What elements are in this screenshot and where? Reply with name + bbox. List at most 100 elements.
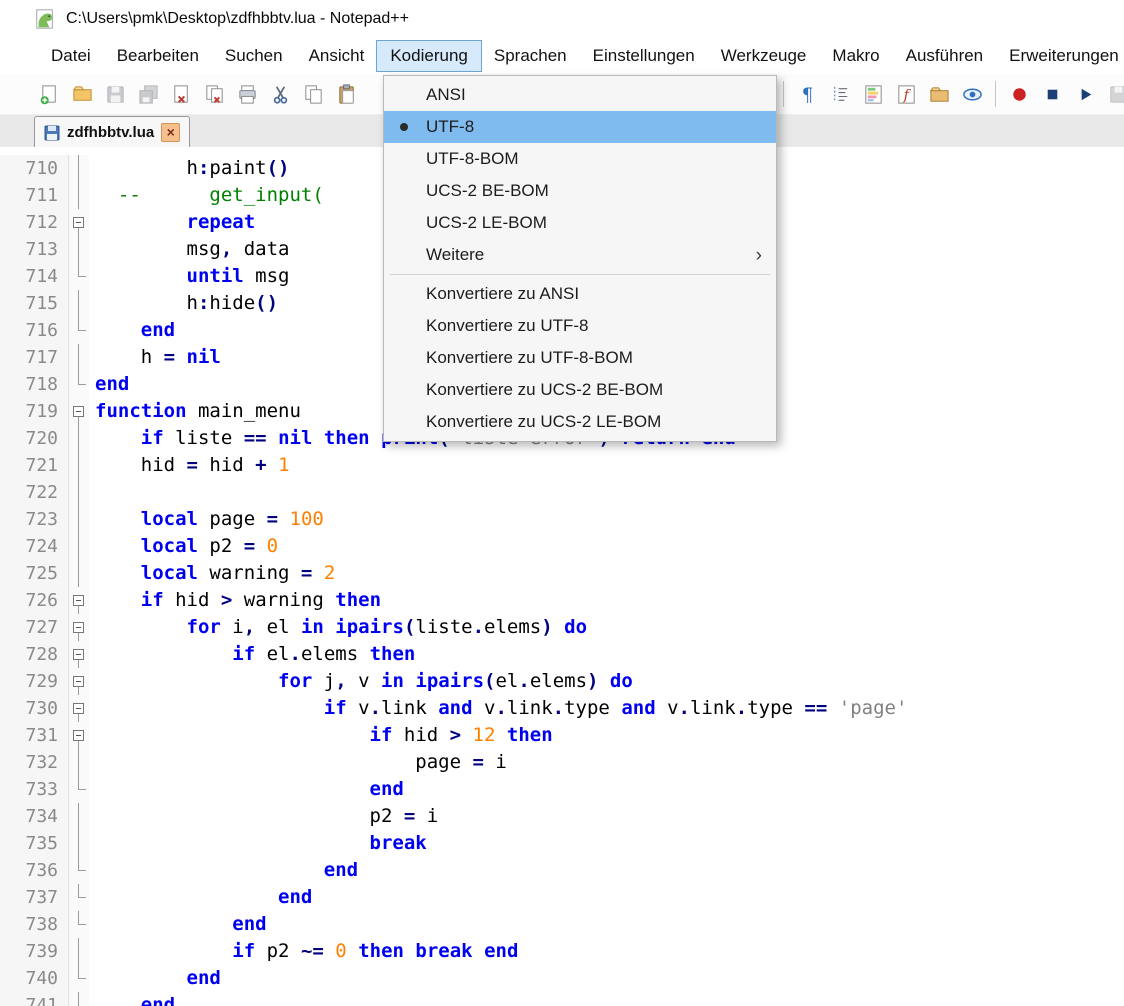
token: in xyxy=(301,616,324,638)
encoding-menu-item-ucs-2-be-bom[interactable]: UCS-2 BE-BOM xyxy=(384,175,776,207)
menu-kodierung[interactable]: Kodierung xyxy=(377,41,481,71)
code-text[interactable]: end xyxy=(89,371,129,398)
code-text[interactable]: until msg xyxy=(89,263,289,290)
code-text[interactable]: p2 = i xyxy=(89,803,438,830)
code-text[interactable]: hid = hid + 1 xyxy=(89,452,290,479)
code-text[interactable]: local page = 100 xyxy=(89,506,324,533)
code-text[interactable]: repeat xyxy=(89,209,255,236)
document-map-button[interactable] xyxy=(860,81,886,107)
token xyxy=(95,427,141,449)
encoding-menu-item-konvertiere-zu-utf-8-bom[interactable]: Konvertiere zu UTF-8-BOM xyxy=(384,342,776,374)
encoding-menu-item-utf-8-bom[interactable]: UTF-8-BOM xyxy=(384,143,776,175)
token: ipairs xyxy=(335,616,404,638)
encoding-menu-item-konvertiere-zu-utf-8[interactable]: Konvertiere zu UTF-8 xyxy=(384,310,776,342)
save-button xyxy=(102,81,128,107)
monitoring-button[interactable] xyxy=(959,81,985,107)
menu-sprachen[interactable]: Sprachen xyxy=(481,41,580,71)
token: local xyxy=(141,535,198,557)
encoding-menu-item-konvertiere-zu-ucs-2-le-bom[interactable]: Konvertiere zu UCS-2 LE-BOM xyxy=(384,406,776,438)
code-text[interactable]: if hid > warning then xyxy=(89,587,381,614)
code-text[interactable]: msg, data xyxy=(89,236,290,263)
menu-erweiterungen[interactable]: Erweiterungen xyxy=(996,41,1124,71)
code-text[interactable]: end xyxy=(89,317,175,344)
fold-collapse-icon[interactable] xyxy=(69,668,89,695)
code-text[interactable]: h:paint() xyxy=(89,155,290,182)
paste-button[interactable] xyxy=(333,81,359,107)
code-text[interactable]: -- get_input( xyxy=(89,182,324,209)
code-text[interactable]: break xyxy=(89,830,427,857)
encoding-menu-item-ansi[interactable]: ANSI xyxy=(384,79,776,111)
encoding-menu-item-utf-8[interactable]: UTF-8 xyxy=(384,111,776,143)
menu-ansicht[interactable]: Ansicht xyxy=(296,41,378,71)
playback-macro-button[interactable] xyxy=(1072,81,1098,107)
token: j xyxy=(312,670,335,692)
code-text[interactable]: end xyxy=(89,992,175,1006)
code-text[interactable]: if el.elems then xyxy=(89,641,415,668)
tab-close-icon[interactable]: × xyxy=(161,123,180,142)
start-recording-button[interactable] xyxy=(1006,81,1032,107)
code-text[interactable]: if hid > 12 then xyxy=(89,722,553,749)
token: p2 xyxy=(255,940,301,962)
fold-collapse-icon[interactable] xyxy=(69,398,89,425)
encoding-menu-item-konvertiere-zu-ucs-2-be-bom[interactable]: Konvertiere zu UCS-2 BE-BOM xyxy=(384,374,776,406)
encoding-menu-item-konvertiere-zu-ansi[interactable]: Konvertiere zu ANSI xyxy=(384,278,776,310)
code-text[interactable]: end xyxy=(89,965,221,992)
code-text[interactable]: local warning = 2 xyxy=(89,560,335,587)
token: if xyxy=(232,643,255,665)
open-file-button[interactable] xyxy=(69,81,95,107)
new-file-button[interactable] xyxy=(36,81,62,107)
folder-as-workspace-button[interactable] xyxy=(926,81,952,107)
code-text[interactable]: end xyxy=(89,857,358,884)
code-text[interactable]: page = i xyxy=(89,749,507,776)
menu-item-label: Konvertiere zu UCS-2 LE-BOM xyxy=(426,412,661,432)
encoding-menu-item-weitere[interactable]: Weitere› xyxy=(384,239,776,271)
fold-collapse-icon[interactable] xyxy=(69,614,89,641)
encoding-menu-item-ucs-2-le-bom[interactable]: UCS-2 LE-BOM xyxy=(384,207,776,239)
fold-collapse-icon[interactable] xyxy=(69,209,89,236)
tab-zdfhbbtv-lua[interactable]: zdfhbbtv.lua × xyxy=(34,116,190,148)
code-text[interactable] xyxy=(89,479,95,506)
code-text[interactable]: local p2 = 0 xyxy=(89,533,278,560)
code-text[interactable]: function main_menu xyxy=(89,398,301,425)
fold-collapse-icon[interactable] xyxy=(69,695,89,722)
function-list-button[interactable]: f xyxy=(893,81,919,107)
token: data xyxy=(232,238,289,260)
line-number: 740 xyxy=(0,965,69,992)
menu-ausf-hren[interactable]: Ausführen xyxy=(893,41,997,71)
print-button[interactable] xyxy=(234,81,260,107)
show-all-characters-button[interactable]: ¶ xyxy=(794,81,820,107)
close-all-button[interactable] xyxy=(201,81,227,107)
menu-makro[interactable]: Makro xyxy=(819,41,892,71)
fold-collapse-icon[interactable] xyxy=(69,587,89,614)
show-indent-guide-button[interactable] xyxy=(827,81,853,107)
code-text[interactable]: end xyxy=(89,776,404,803)
line-number: 724 xyxy=(0,533,69,560)
code-text[interactable]: end xyxy=(89,911,267,938)
token: i xyxy=(221,616,244,638)
cut-button[interactable] xyxy=(267,81,293,107)
close-button[interactable] xyxy=(168,81,194,107)
code-text[interactable]: h:hide() xyxy=(89,290,278,317)
menu-suchen[interactable]: Suchen xyxy=(212,41,296,71)
stop-recording-button[interactable] xyxy=(1039,81,1065,107)
code-text[interactable]: if p2 ~= 0 then break end xyxy=(89,938,518,965)
code-text[interactable]: end xyxy=(89,884,312,911)
token: for xyxy=(278,670,312,692)
menu-werkzeuge[interactable]: Werkzeuge xyxy=(708,41,820,71)
fold-margin xyxy=(69,533,89,560)
fold-collapse-icon[interactable] xyxy=(69,641,89,668)
fold-collapse-icon[interactable] xyxy=(69,722,89,749)
code-text[interactable]: h = nil xyxy=(89,344,221,371)
code-text[interactable]: for i, el in ipairs(liste.elems) do xyxy=(89,614,587,641)
code-text[interactable]: for j, v in ipairs(el.elems) do xyxy=(89,668,633,695)
code-text[interactable]: if v.link and v.link.type and v.link.typ… xyxy=(89,695,907,722)
menu-datei[interactable]: Datei xyxy=(38,41,104,71)
token: el xyxy=(255,643,289,665)
menu-einstellungen[interactable]: Einstellungen xyxy=(580,41,708,71)
copy-button[interactable] xyxy=(300,81,326,107)
token: h xyxy=(95,346,164,368)
menu-bar: DateiBearbeitenSuchenAnsichtKodierungSpr… xyxy=(0,38,1124,74)
token xyxy=(95,886,278,908)
token xyxy=(175,346,186,368)
menu-bearbeiten[interactable]: Bearbeiten xyxy=(104,41,212,71)
